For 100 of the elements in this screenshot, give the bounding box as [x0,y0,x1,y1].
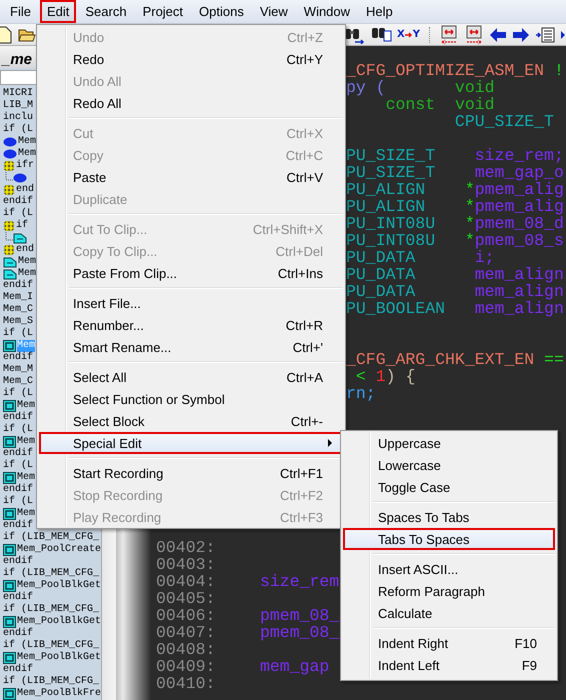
box-arrow-icon[interactable] [441,25,457,44]
symbol-item[interactable]: Mem [0,256,36,268]
menu-item[interactable]: Uppercase [343,432,555,454]
symbol-item[interactable]: if (L [0,124,34,136]
menu-title[interactable]: Project [136,0,190,23]
menu-item[interactable]: Smart Rename... Ctrl+' [39,336,343,358]
left-arrow-icon[interactable] [490,28,506,42]
symbol-item[interactable]: Mem_PoolCreate [0,544,102,556]
symbol-item[interactable]: end [0,184,34,196]
symbol-item[interactable]: Mem_PoolBlkGet [0,652,102,664]
menu-title[interactable]: Edit [40,0,76,23]
symbol-item[interactable]: ifr [0,160,34,172]
symbol-item[interactable]: if (L [0,424,34,436]
menu-title[interactable]: File [3,0,38,23]
menu-item[interactable]: Reform Paragraph [343,580,555,602]
symbol-item[interactable]: LIB_M [0,100,34,112]
symbol-item[interactable]: endif [0,412,34,424]
symbol-item[interactable]: endif [0,520,34,532]
open-folder-icon[interactable] [18,29,36,41]
menu-title[interactable]: Options [192,0,251,23]
right-arrow-icon[interactable] [513,28,529,42]
symbol-item[interactable]: Mem_M [0,364,34,376]
symbol-item[interactable]: Mem_PoolBlkGet [0,580,102,592]
menu-item[interactable]: Indent Right F10 [343,632,555,654]
symbol-item[interactable]: Mem [0,148,36,160]
indent-icon[interactable] [535,27,554,42]
code-token: PU_DATA [346,248,416,267]
symbol-item[interactable]: Mem_C [0,376,34,388]
menu-item[interactable]: Select Block Ctrl+- [39,410,343,432]
symbol-item[interactable]: endif [0,484,34,496]
symbol-item[interactable]: endif [0,280,34,292]
menu-item[interactable]: Paste Ctrl+V [39,166,343,188]
menu-title[interactable]: Window [296,0,358,23]
symbol-item[interactable]: end [0,244,34,256]
symbol-item[interactable]: if (LIB_MEM_CFG_ [0,640,100,652]
line-number: 00406: [156,607,216,624]
binoculars-icon[interactable] [372,28,392,41]
arrow-icon[interactable] [561,30,565,38]
code-token: mem_align [474,282,564,301]
menu-item[interactable]: Renumber... Ctrl+R [39,314,343,336]
symbol-item[interactable]: Mem [0,268,36,280]
menu-item[interactable]: Select All Ctrl+A [39,366,343,388]
code-token: mem_align [474,265,564,284]
symbol-item[interactable]: if (L [0,208,34,220]
symbol-item[interactable]: Mem_S [0,316,34,328]
menu-item[interactable]: Select Function or Symbol [39,388,343,410]
symbol-item[interactable]: Mem [0,436,36,448]
hash-icon [3,184,15,196]
menu-item[interactable]: Redo Ctrl+Y [39,48,343,70]
menu-item[interactable]: Insert File... [39,292,343,314]
symbol-item[interactable]: inclu [0,112,34,124]
symbol-item[interactable]: Mem [0,136,36,148]
symbol-item[interactable]: endif [0,664,34,676]
symbol-item[interactable]: if (L [0,328,34,340]
menu-item[interactable]: Special Edit [39,432,343,454]
symbol-item[interactable]: endif [0,352,34,364]
symbol-item[interactable]: if (L [0,388,34,400]
symbol-item[interactable]: Mem_PoolBlkFre [0,688,102,700]
symbol-item[interactable]: endif [0,448,34,460]
symbol-item[interactable]: if (LIB_MEM_CFG_ [0,676,100,688]
code-token: rn; [346,384,376,403]
menu-item[interactable]: Redo All [39,92,343,114]
symbol-item[interactable]: MICRI [0,88,34,100]
symbol-item[interactable]: if (LIB_MEM_CFG_ [0,532,100,544]
new-file-icon[interactable] [0,26,12,43]
menu-item[interactable]: Lowercase [343,454,555,476]
symbol-item[interactable]: if (LIB_MEM_CFG_ [0,604,100,616]
menu-item[interactable]: Start Recording Ctrl+F1 [39,462,343,484]
menu-item[interactable]: Calculate [343,602,555,624]
menu-item[interactable]: Tabs To Spaces [343,528,555,550]
symbol-item[interactable]: if (LIB_MEM_CFG_ [0,568,100,580]
symbol-item[interactable]: if (L [0,460,34,472]
symbol-item[interactable]: Mem_C [0,304,34,316]
menu-item[interactable]: Insert ASCII... [343,558,555,580]
menu-item[interactable]: Spaces To Tabs [343,506,555,528]
menu-title[interactable]: Search [78,0,134,23]
menu-item[interactable]: Indent Left F9 [343,654,555,676]
symbol-item[interactable]: Mem [0,508,36,520]
replace-button[interactable]: X Y [397,29,420,40]
menu-title[interactable]: View [252,0,295,23]
symbol-item[interactable]: Mem [0,472,36,484]
symbol-item[interactable]: if [0,220,28,232]
symbol-item[interactable]: Mem [0,400,36,412]
symbol-item[interactable]: Mem_PoolBlkGet [0,616,102,628]
symbol-item[interactable]: endif [0,556,34,568]
code-token: PU_DATA [346,282,416,301]
code-token: PU_ALIGN [346,197,426,216]
shortcut-label: Ctrl+C [286,148,323,162]
menu-item[interactable]: Toggle Case [343,476,555,498]
symbol-item[interactable]: endif [0,628,34,640]
menu-title[interactable]: Help [359,0,400,23]
line-number: 00404: [156,573,216,590]
symbol-item[interactable]: Mem_I [0,292,34,304]
code-token: const [386,95,436,114]
menu-item[interactable]: Paste From Clip... Ctrl+Ins [39,262,343,284]
symbol-item[interactable]: if (L [0,496,34,508]
code-token: void [454,78,495,97]
symbol-item[interactable]: endif [0,196,34,208]
box-arrow-icon[interactable] [466,25,482,44]
symbol-item[interactable]: endif [0,592,34,604]
